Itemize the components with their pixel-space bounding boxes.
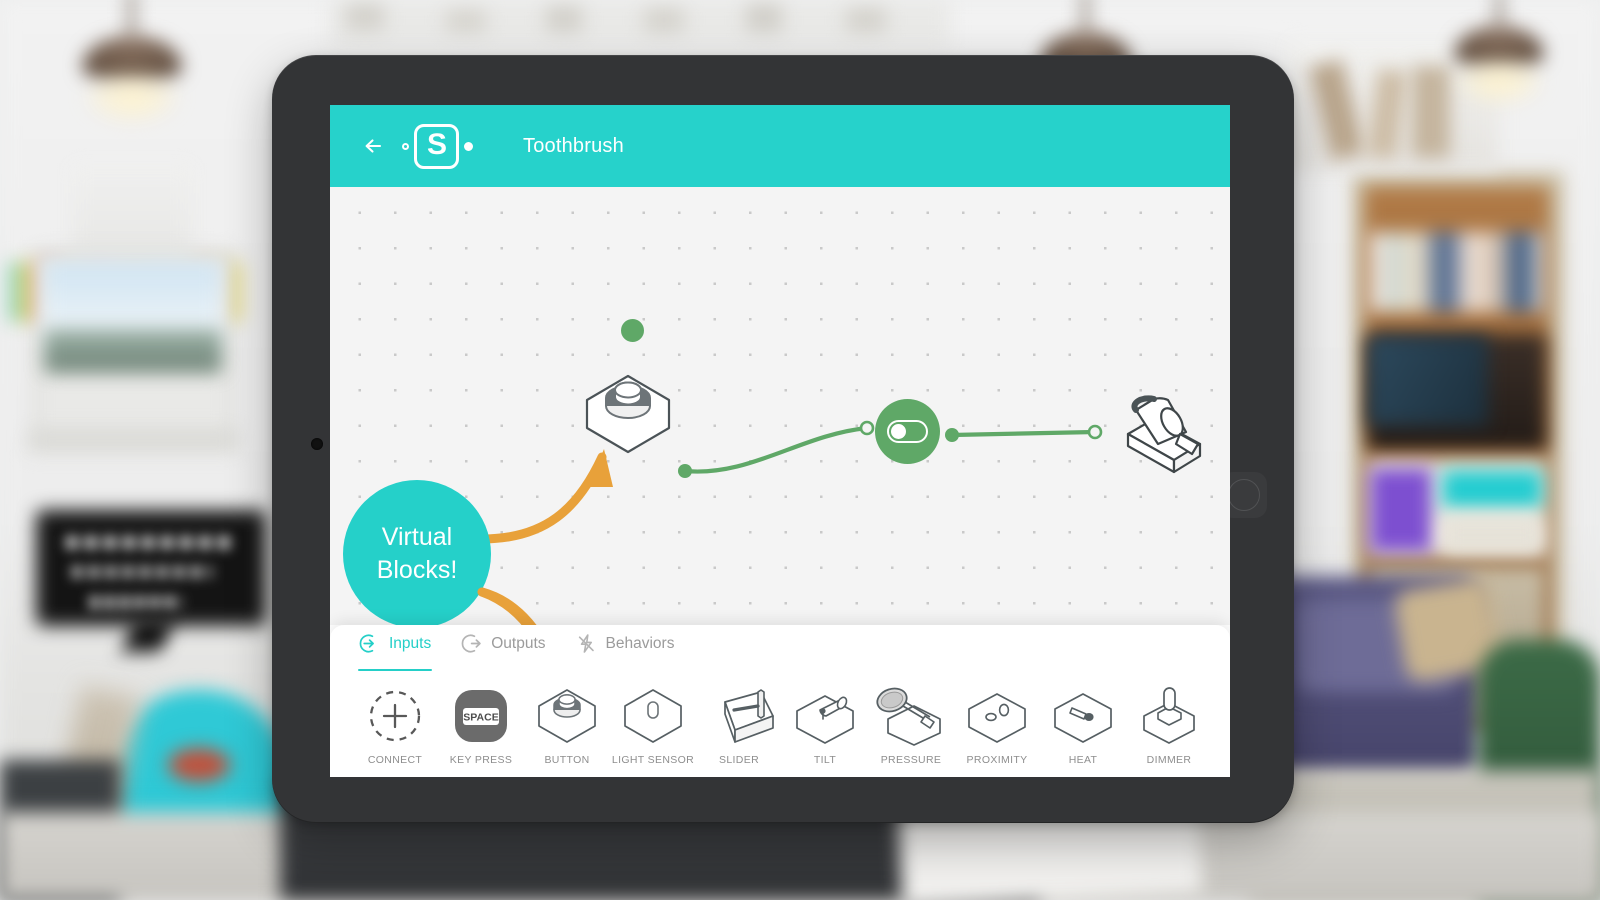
tab-outputs[interactable]: Outputs <box>446 625 560 671</box>
tab-behaviors[interactable]: Behaviors <box>561 625 690 671</box>
palette-item-key-press[interactable]: SPACE KEY PRESS <box>438 685 524 766</box>
palette-tabs: Inputs Outputs Behaviors <box>330 625 1230 671</box>
pressure-block-icon <box>870 685 952 747</box>
palette-item-slider[interactable]: SLIDER <box>696 685 782 766</box>
virtual-blocks-callout: Virtual Blocks! <box>343 480 491 625</box>
palette-item-label: LIGHT SENSOR <box>611 754 695 766</box>
logo-left-dot <box>402 142 409 150</box>
palette-item-label: SLIDER <box>718 754 760 766</box>
palette-item-label: DIMMER <box>1146 754 1192 766</box>
logo-right-dot <box>464 141 473 151</box>
tab-inputs[interactable]: Inputs <box>344 625 446 671</box>
light-sensor-block-icon <box>620 685 686 747</box>
palette-item-tilt[interactable]: TILT <box>782 685 868 766</box>
tilt-block-icon <box>792 685 858 747</box>
palette-item-label: TILT <box>813 754 837 766</box>
palette-item-label: CONNECT <box>367 754 423 766</box>
heat-block-icon <box>1050 685 1116 747</box>
lightning-bolt-icon <box>578 634 594 653</box>
palette-block-list: CONNECT SPACE KEY PRESS BUTTON LIGHT SEN… <box>330 671 1230 766</box>
tablet-screen: S Toothbrush Virtual Blocks! Inputs Outp… <box>330 105 1230 777</box>
front-camera <box>311 438 323 450</box>
button-block-icon <box>534 685 600 747</box>
tab-behaviors-label: Behaviors <box>605 634 675 652</box>
project-title: Toothbrush <box>523 134 624 157</box>
arrow-into-circle-icon <box>359 634 374 653</box>
arrow-out-of-circle-icon <box>461 634 481 653</box>
app-header: S Toothbrush <box>330 105 1230 187</box>
palette-item-label: PRESSURE <box>880 754 942 766</box>
plus-dashed-circle-icon <box>367 685 423 747</box>
palette-item-pressure[interactable]: PRESSURE <box>868 685 954 766</box>
tab-inputs-label: Inputs <box>389 634 432 652</box>
dimmer-block-icon <box>1136 685 1202 747</box>
palette-item-proximity[interactable]: PROXIMITY <box>954 685 1040 766</box>
svg-text:SPACE: SPACE <box>463 712 498 724</box>
logo-letter: S <box>426 128 447 161</box>
app-logo[interactable]: S <box>402 123 473 169</box>
palette-item-light-sensor[interactable]: LIGHT SENSOR <box>610 685 696 766</box>
slider-block-icon <box>701 685 777 747</box>
logo-square: S <box>414 123 459 169</box>
callout-line-1: Virtual <box>381 523 453 551</box>
callout-line-2: Blocks! <box>376 556 458 584</box>
proximity-block-icon <box>964 685 1030 747</box>
palette-item-label: BUTTON <box>544 754 590 766</box>
tablet-device: S Toothbrush Virtual Blocks! Inputs Outp… <box>272 55 1294 823</box>
palette-item-label: HEAT <box>1068 754 1098 766</box>
back-arrow-icon[interactable] <box>360 132 388 160</box>
palette-item-label: PROXIMITY <box>966 754 1028 766</box>
palette-item-dimmer[interactable]: DIMMER <box>1126 685 1212 766</box>
tab-outputs-label: Outputs <box>491 634 546 652</box>
palette-item-connect[interactable]: CONNECT <box>352 685 438 766</box>
palette-item-label: KEY PRESS <box>449 754 513 766</box>
palette-item-heat[interactable]: HEAT <box>1040 685 1126 766</box>
palette-item-button[interactable]: BUTTON <box>524 685 610 766</box>
block-canvas[interactable]: Virtual Blocks! <box>330 187 1230 625</box>
keyboard-space-key-icon: SPACE <box>452 685 510 747</box>
block-palette: Inputs Outputs Behaviors CONNECT SPACE K… <box>330 625 1230 777</box>
